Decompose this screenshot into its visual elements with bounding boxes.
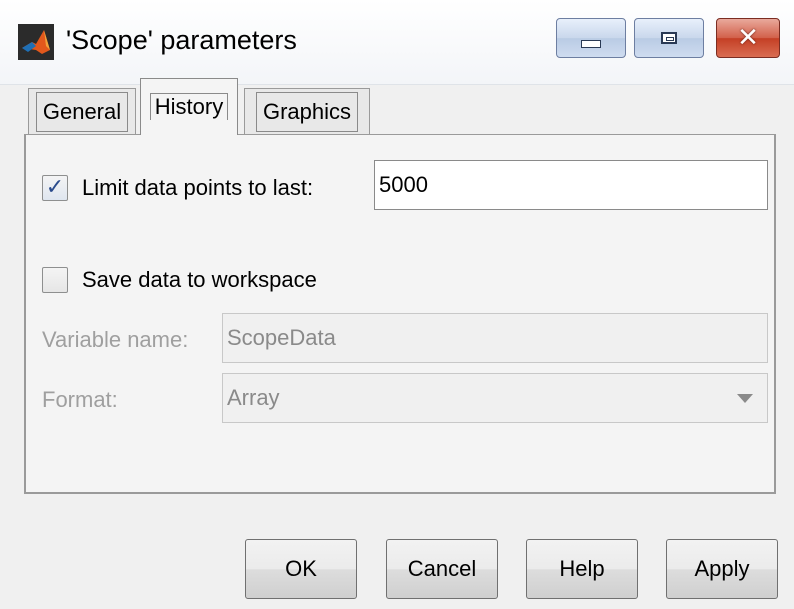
help-button[interactable]: Help bbox=[526, 539, 638, 599]
minimize-icon bbox=[581, 40, 601, 48]
tab-general-label: General bbox=[35, 91, 129, 132]
tab-general[interactable]: General bbox=[28, 88, 136, 134]
tab-history-label: History bbox=[149, 93, 229, 120]
chevron-down-icon bbox=[737, 394, 753, 403]
save-to-workspace-checkbox[interactable] bbox=[42, 267, 68, 293]
format-label: Format: bbox=[42, 387, 118, 412]
save-to-workspace-label: Save data to workspace bbox=[82, 267, 317, 292]
format-selected-value: Array bbox=[227, 385, 280, 410]
close-button[interactable]: ✕ bbox=[716, 18, 780, 58]
dialog-window: 'Scope' parameters ✕ General History Gra… bbox=[0, 0, 794, 609]
variable-name-label: Variable name: bbox=[42, 327, 189, 352]
tab-graphics-label: Graphics bbox=[255, 91, 359, 132]
limit-data-points-label: Limit data points to last: bbox=[82, 175, 314, 200]
title-bar[interactable]: 'Scope' parameters ✕ bbox=[0, 0, 794, 85]
limit-data-points-checkbox[interactable]: ✓ bbox=[42, 175, 68, 201]
matlab-icon bbox=[18, 24, 54, 60]
window-title: 'Scope' parameters bbox=[66, 25, 297, 55]
ok-button[interactable]: OK bbox=[245, 539, 357, 599]
tab-history[interactable]: History bbox=[140, 78, 238, 135]
cancel-button[interactable]: Cancel bbox=[386, 539, 498, 599]
tab-graphics[interactable]: Graphics bbox=[244, 88, 370, 134]
history-panel: ✓ Limit data points to last: 5000 Save d… bbox=[24, 134, 776, 494]
variable-name-input[interactable]: ScopeData bbox=[222, 313, 768, 363]
checkmark-icon: ✓ bbox=[45, 175, 65, 200]
format-dropdown[interactable]: Array bbox=[222, 373, 768, 423]
close-icon: ✕ bbox=[737, 23, 759, 53]
maximize-icon bbox=[661, 32, 677, 44]
apply-button[interactable]: Apply bbox=[666, 539, 778, 599]
minimize-button[interactable] bbox=[556, 18, 626, 58]
maximize-button[interactable] bbox=[634, 18, 704, 58]
limit-data-points-input[interactable]: 5000 bbox=[374, 160, 768, 210]
